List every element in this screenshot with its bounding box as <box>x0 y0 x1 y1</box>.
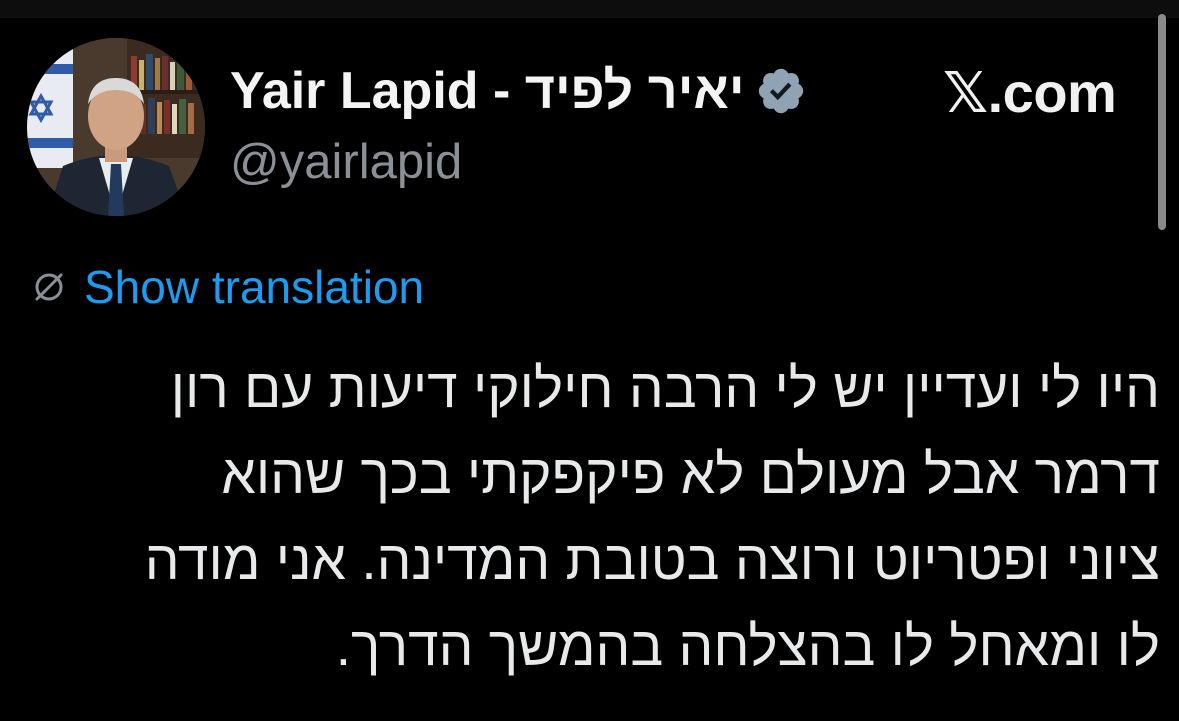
author-name-text[interactable]: Yair Lapid - יאיר לפיד <box>230 61 745 121</box>
tweet-text-line: היו לי ועדיין יש לי הרבה חילוקי דיעות עם… <box>170 357 1160 419</box>
author-handle[interactable]: @yairlapid <box>230 134 462 190</box>
x-com-label[interactable]: 𝕏.com <box>943 60 1117 126</box>
tweet-text-line: ציוני ופטריוט ורוצה בטובת המדינה. אני מו… <box>144 529 1160 591</box>
author-display-name[interactable]: Yair Lapid - יאיר לפיד <box>230 58 807 124</box>
top-strip <box>0 0 1179 18</box>
globe-off-icon <box>32 270 66 304</box>
translation-row[interactable]: Show translation <box>32 258 424 316</box>
scrollbar[interactable] <box>1158 14 1166 230</box>
tweet-text-line: לו ומאחל לו בהצלחה בהמשך הדרך. <box>335 615 1160 677</box>
verified-badge-icon <box>755 65 807 117</box>
tweet-text-line: דרמר אבל מעולם לא פיקפקתי בכך שהוא <box>221 443 1160 505</box>
avatar[interactable] <box>27 38 205 216</box>
tweet-text: היו לי ועדיין יש לי הרבה חילוקי דיעות עם… <box>40 345 1160 689</box>
show-translation-link[interactable]: Show translation <box>84 260 424 314</box>
profile-photo-icon <box>27 38 205 216</box>
